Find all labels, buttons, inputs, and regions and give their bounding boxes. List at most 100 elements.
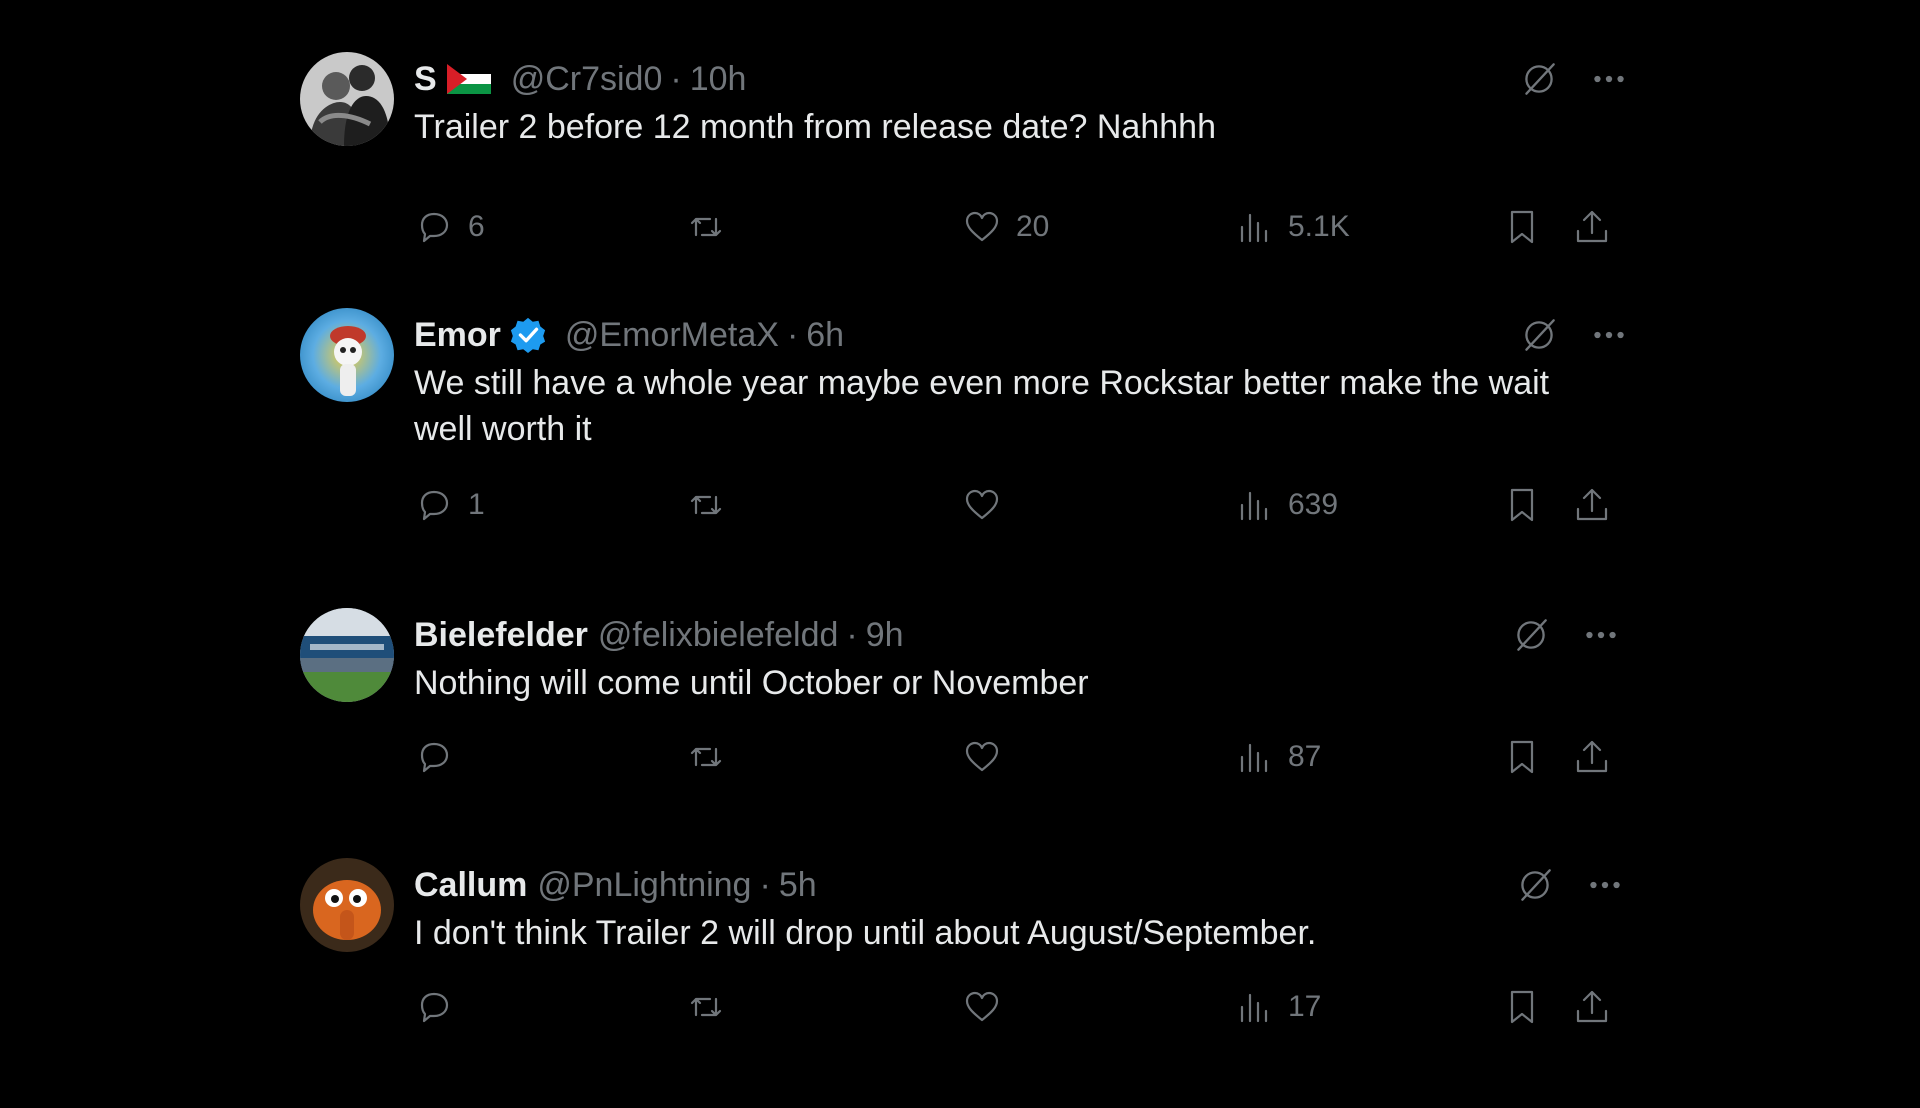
tweet[interactable]: S @Cr7sid0 · 10h Trailer 2 before 12 mon… xyxy=(300,52,1630,302)
timestamp[interactable]: 5h xyxy=(779,866,817,905)
display-name[interactable]: Callum xyxy=(414,866,527,905)
tweet-header: Emor @EmorMetaX · 6h xyxy=(414,312,844,358)
bookmark-icon xyxy=(1510,488,1534,522)
user-handle[interactable]: @felixbielefeldd xyxy=(598,616,839,655)
views-button[interactable]: 17 xyxy=(1234,982,1321,1032)
grok-icon[interactable] xyxy=(1518,314,1560,356)
palestine-flag-icon xyxy=(446,64,491,94)
retweet-icon xyxy=(690,217,722,237)
views-count: 87 xyxy=(1288,740,1322,773)
grok-icon[interactable] xyxy=(1514,864,1556,906)
views-count: 639 xyxy=(1288,488,1339,521)
tweet-text: Nothing will come until October or Novem… xyxy=(414,664,1089,702)
more-icon[interactable] xyxy=(1584,864,1626,906)
heart-icon xyxy=(965,741,999,772)
display-name[interactable]: Bielefelder xyxy=(414,616,588,655)
like-button[interactable] xyxy=(962,480,1016,530)
views-button[interactable]: 639 xyxy=(1234,480,1338,530)
retweet-button[interactable] xyxy=(686,732,740,782)
header-actions xyxy=(1510,612,1622,658)
share-icon xyxy=(1576,488,1608,521)
separator: · xyxy=(759,865,771,904)
reply-count: 6 xyxy=(468,210,485,243)
reply-button[interactable] xyxy=(414,982,468,1032)
tweet-text: We still have a whole year maybe even mo… xyxy=(414,364,1550,448)
views-button[interactable]: 5.1K xyxy=(1234,202,1350,252)
avatar[interactable] xyxy=(300,608,394,702)
action-bar: 17 xyxy=(414,982,1624,1032)
grok-icon[interactable] xyxy=(1510,614,1552,656)
like-button[interactable] xyxy=(962,982,1016,1032)
display-name[interactable]: S xyxy=(414,60,437,99)
heart-icon xyxy=(965,489,999,520)
heart-icon xyxy=(965,211,999,242)
retweet-button[interactable] xyxy=(686,982,740,1032)
views-icon xyxy=(1240,213,1268,243)
avatar[interactable] xyxy=(300,52,394,146)
tweet-text: Trailer 2 before 12 month from release d… xyxy=(414,108,1216,146)
separator: · xyxy=(670,59,682,98)
tweet[interactable]: Emor @EmorMetaX · 6h We still have a who… xyxy=(300,308,1630,558)
share-icon xyxy=(1576,990,1608,1023)
views-button[interactable]: 87 xyxy=(1234,732,1321,782)
heart-icon xyxy=(965,991,999,1022)
like-count: 20 xyxy=(1016,210,1050,243)
grok-icon[interactable] xyxy=(1518,58,1560,100)
timestamp[interactable]: 10h xyxy=(690,60,747,99)
reply-icon xyxy=(420,742,449,773)
separator: · xyxy=(846,615,858,654)
reply-count: 1 xyxy=(468,488,485,521)
tweet-text: I don't think Trailer 2 will drop until … xyxy=(414,914,1317,952)
bookmark-button[interactable] xyxy=(1502,480,1542,530)
reply-icon xyxy=(420,212,449,243)
header-actions xyxy=(1518,56,1630,102)
retweet-icon xyxy=(690,495,722,515)
views-count: 17 xyxy=(1288,990,1322,1023)
avatar[interactable] xyxy=(300,308,394,402)
action-bar: 6 20 5.1K xyxy=(414,202,1624,252)
header-actions xyxy=(1518,312,1630,358)
bookmark-button[interactable] xyxy=(1502,732,1542,782)
tweet[interactable]: Bielefelder @felixbielefeldd · 9h Nothin… xyxy=(300,608,1630,858)
timestamp[interactable]: 6h xyxy=(806,316,844,355)
share-button[interactable] xyxy=(1572,732,1612,782)
share-button[interactable] xyxy=(1572,202,1612,252)
bookmark-icon xyxy=(1510,210,1534,244)
retweet-button[interactable] xyxy=(686,202,740,252)
share-button[interactable] xyxy=(1572,982,1612,1032)
share-icon xyxy=(1576,210,1608,243)
reply-button[interactable]: 6 xyxy=(414,202,485,252)
like-button[interactable]: 20 xyxy=(962,202,1049,252)
action-bar: 1 639 xyxy=(414,480,1624,530)
bookmark-icon xyxy=(1510,990,1534,1024)
more-icon[interactable] xyxy=(1588,58,1630,100)
more-icon[interactable] xyxy=(1588,314,1630,356)
tweet-header: Bielefelder @felixbielefeldd · 9h xyxy=(414,612,904,658)
views-count: 5.1K xyxy=(1288,210,1350,243)
action-bar: 87 xyxy=(414,732,1624,782)
user-handle[interactable]: @EmorMetaX xyxy=(565,316,779,355)
avatar[interactable] xyxy=(300,858,394,952)
display-name[interactable]: Emor xyxy=(414,316,501,355)
user-handle[interactable]: @Cr7sid0 xyxy=(511,60,663,99)
reply-button[interactable]: 1 xyxy=(414,480,485,530)
like-button[interactable] xyxy=(962,732,1016,782)
views-icon xyxy=(1240,993,1268,1023)
retweet-icon xyxy=(690,747,722,767)
reply-feed: S @Cr7sid0 · 10h Trailer 2 before 12 mon… xyxy=(0,0,1920,1080)
share-button[interactable] xyxy=(1572,480,1612,530)
tweet[interactable]: Callum @PnLightning · 5h I don't think T… xyxy=(300,858,1630,1108)
bookmark-icon xyxy=(1510,740,1534,774)
reply-icon xyxy=(420,490,449,521)
bookmark-button[interactable] xyxy=(1502,982,1542,1032)
bookmark-button[interactable] xyxy=(1502,202,1542,252)
timestamp[interactable]: 9h xyxy=(866,616,904,655)
header-actions xyxy=(1514,862,1626,908)
share-icon xyxy=(1576,740,1608,773)
reply-button[interactable] xyxy=(414,732,468,782)
more-icon[interactable] xyxy=(1580,614,1622,656)
retweet-button[interactable] xyxy=(686,480,740,530)
views-icon xyxy=(1240,743,1268,773)
reply-icon xyxy=(420,992,449,1023)
user-handle[interactable]: @PnLightning xyxy=(537,866,751,905)
